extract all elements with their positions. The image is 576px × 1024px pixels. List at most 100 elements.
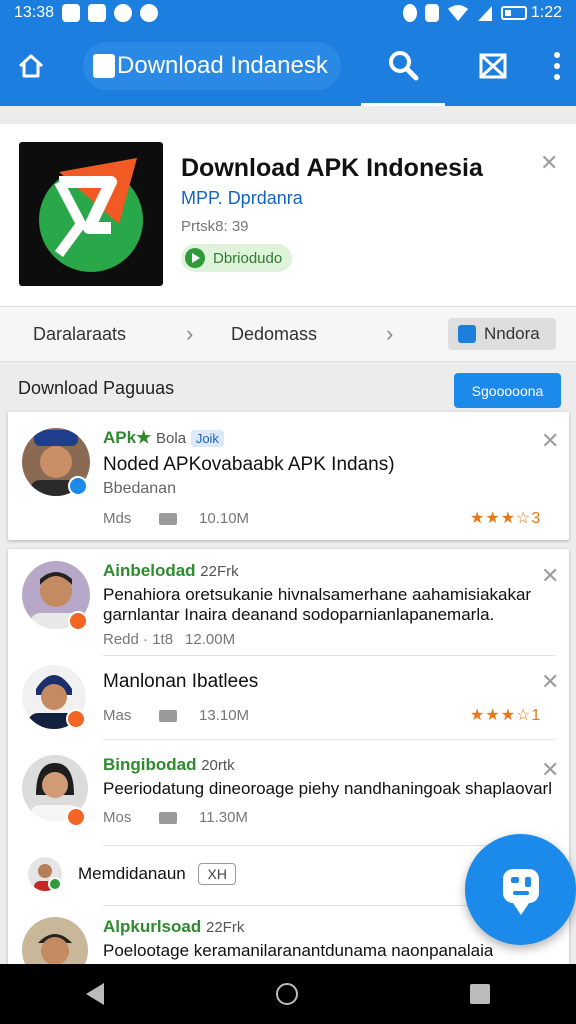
close-icon[interactable]: ✕ [540,152,558,174]
verified-badge-icon [68,476,88,496]
item-stat-label: Mds [103,510,132,527]
rating-value: 1 [531,707,541,724]
item-subtitle: Bbedanan [103,480,176,497]
divider [103,655,555,656]
breadcrumb-item-3[interactable]: Nndora [448,318,556,350]
avatar [22,917,88,969]
breadcrumb-item-2[interactable]: Dedomass [231,324,317,345]
item-meta: 20rtk [201,757,235,774]
online-badge-icon [48,877,62,891]
item-meta: Bola [156,430,187,447]
search-button[interactable] [360,26,445,106]
app-header-card: Download APK Indonesia MPP. Dprdanra Prt… [0,124,576,306]
close-icon[interactable]: ✕ [541,671,559,693]
status-badge-icon [66,709,86,729]
search-icon [388,50,419,80]
more-dot-icon [553,52,560,58]
featured-list-item[interactable]: APk★ Bola Joik Noded APKovabaabk APK Ind… [8,412,569,540]
item-name[interactable]: Alpkurlsoad 22Frk [103,917,244,937]
signal-icon [477,6,492,21]
item-chip: Joik [190,430,224,447]
app-title: Download APK Indonesia [181,154,483,182]
recents-icon[interactable] [470,984,490,1004]
home-button[interactable] [0,26,61,106]
item-name-text: APk★ [103,428,152,447]
battery-indicator: 1:22 [500,4,562,22]
status-badge-icon [66,807,86,827]
item-stat-value: 11.30M [199,809,248,826]
item-stat-value: 13.10M [199,707,250,724]
search-input[interactable]: Download Indanesk [83,42,341,90]
chevron-right-icon: › [386,321,394,346]
mail-button[interactable] [463,26,524,106]
item-chip[interactable]: XH [198,863,236,885]
rating-stars: ★★★☆ [470,510,532,527]
folder-icon [458,325,476,343]
mail-icon [479,53,507,79]
chat-bot-fab[interactable] [465,834,576,945]
comment-icon [159,709,177,722]
item-stat-value: 12.00M [185,631,236,648]
close-icon[interactable]: ✕ [541,565,559,587]
location-status-icon [114,4,133,22]
status-bar: 13:38 1:22 [0,0,576,26]
status-time-left: 13:38 [14,4,55,21]
app-developer-link[interactable]: MPP. Dprdanra [181,188,303,209]
play-icon [185,248,205,268]
item-name[interactable]: Manlonan Ibatlees [103,671,258,693]
chevron-right-icon: › [186,321,194,346]
item-stats: Mds 10.10M [103,510,249,527]
bluetooth-icon [402,4,417,22]
wifi-icon [447,5,468,21]
item-stats: Mos 11.30M [103,809,248,826]
status-time-right: 1:22 [530,4,562,21]
download-status-badge[interactable]: Dbriodudo [181,244,293,272]
breadcrumb-item-3-label: Nndora [484,324,540,343]
app-logo-icon [39,158,143,272]
close-icon[interactable]: ✕ [541,759,559,781]
back-icon[interactable] [86,983,104,1005]
item-meta: 22Frk [200,563,239,580]
home-icon [18,54,43,78]
item-description: Noded APKovabaabk APK Indans) [103,454,395,475]
item-name[interactable]: Memdidanaun XH [78,863,236,885]
section-action-button[interactable]: Sgooooona [454,373,561,408]
battery-icon [500,6,527,20]
item-stats: Mas 13.10M [103,707,249,724]
item-name-text: Memdidanaun [78,864,186,883]
item-name-text: Bingibodad [103,755,197,774]
more-options-button[interactable] [538,26,576,106]
item-description: Poelootage keramanilaranantdunama naonpa… [103,941,493,960]
rating: ★★★☆1 [470,705,540,725]
item-description-2: garnlantar Inaira deanand sodoparnianlap… [103,605,495,624]
item-description: Peeriodatung dineoroage piehy nandhaning… [103,779,553,798]
item-description: Penahiora oretsukanie hivnalsamerhane aa… [103,585,532,604]
system-nav-bar [0,964,576,1024]
item-name-text: Ainbelodad [103,561,196,580]
section-title: Download Paguuas [18,378,175,398]
breadcrumb-item-1[interactable]: Daralaraats [33,324,126,345]
item-meta: 22Frk [205,919,245,936]
rating-stars: ★★★☆ [470,707,532,724]
rating: ★★★☆3 [470,508,540,528]
more-dot-icon [553,74,560,80]
item-stat-label: Redd · 1t8 [103,631,174,648]
mail-status-icon [62,4,81,22]
item-stat-label: Mas [103,707,132,724]
breadcrumb: Daralaraats › Dedomass › Nndora [0,306,576,362]
item-name[interactable]: Ainbelodad 22Frk [103,561,239,581]
app-bar: Download Indanesk [0,26,576,106]
item-name: APk★ Bola Joik [103,428,224,448]
vibrate-icon [424,4,439,22]
download-status-label: Dbriodudo [213,249,283,267]
status-badge-icon [68,611,88,631]
item-name-text: Alpkurlsoad [103,917,202,936]
divider [103,739,555,740]
app-logo[interactable] [19,142,163,286]
close-icon[interactable]: ✕ [541,430,559,452]
avatar-image [22,917,88,969]
item-name[interactable]: Bingibodad 20rtk [103,755,235,775]
item-stat-label: Mos [103,809,132,826]
home-circle-icon[interactable] [276,983,298,1005]
shopping-bag-icon [93,54,116,78]
